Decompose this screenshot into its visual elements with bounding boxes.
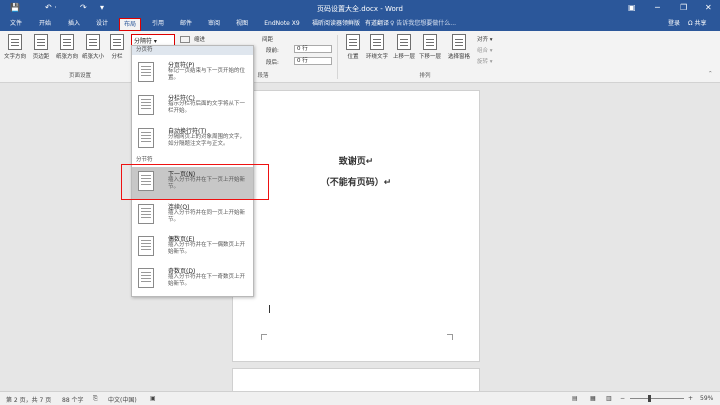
before-label: 段前: (266, 48, 279, 54)
rotate-button[interactable]: 旋转 ▾ (477, 57, 493, 65)
highlight-box (121, 164, 269, 200)
after-label: 段后: (266, 60, 279, 66)
margins-button[interactable]: 页边距 (28, 34, 54, 60)
proofing-icon[interactable]: ⎘ (93, 395, 98, 403)
columns-button[interactable]: 分栏 (106, 34, 128, 60)
menu-item-even-page[interactable]: 偶数页(E) 插入分节符并在下一偶数页上开始新节。 (132, 232, 253, 265)
ribbon-separator (337, 35, 338, 79)
spacing-before-input[interactable]: 0 行 (294, 45, 332, 53)
ribbon-display-icon[interactable]: ▣ (628, 3, 636, 13)
tab-home[interactable]: 开始 (34, 17, 56, 31)
bring-forward-icon (397, 34, 411, 50)
ribbon-tabs: 文件 开始 插入 设计 布局 引用 邮件 审阅 视图 EndNote X9 福昕… (0, 17, 720, 31)
margin-corner (447, 334, 453, 340)
title-bar: 💾 ↶ · ↷ ▾ 页码设置大全.docx - Word ▣ ─ ❐ ✕ (0, 0, 720, 17)
spacing-after-input[interactable]: 0 行 (294, 57, 332, 65)
minimize-icon[interactable]: ─ (655, 3, 660, 13)
restore-icon[interactable]: ❐ (680, 3, 687, 13)
zoom-slider[interactable] (630, 398, 684, 399)
size-button[interactable]: 纸张大小 (80, 34, 106, 60)
columns-icon (110, 34, 124, 50)
menu-item-continuous[interactable]: 连续(O) 插入分节符并在同一页上开始新节。 (132, 200, 253, 233)
tab-design[interactable]: 设计 (91, 17, 113, 31)
align-button[interactable]: 对齐 ▾ (477, 35, 493, 43)
macro-icon[interactable]: ▣ (150, 395, 156, 402)
text-cursor (269, 305, 270, 313)
zoom-out-icon[interactable]: − (620, 395, 625, 402)
document-page-next[interactable] (232, 368, 480, 392)
word-count[interactable]: 88 个字 (62, 395, 84, 404)
column-break-icon (138, 95, 154, 115)
spacing-label: 间距 (262, 37, 274, 43)
print-layout-icon[interactable]: ▦ (590, 395, 596, 402)
position-icon (346, 34, 360, 50)
odd-page-icon (138, 268, 154, 288)
menu-item-page-break[interactable]: 分页符(P) 标记一页结束与下一页开始的位置。 (132, 58, 253, 91)
margin-corner (261, 334, 267, 340)
tab-youdao[interactable]: 有道翻译 (364, 17, 390, 31)
page-breaks-header: 分页符 (132, 46, 253, 55)
tab-foxit[interactable]: 福昕阅读器领鲜版 (311, 17, 361, 31)
document-page[interactable]: 致谢页↵ （不能有页码）↵ (232, 90, 480, 362)
zoom-in-icon[interactable]: + (688, 395, 693, 402)
orientation-icon (60, 34, 74, 50)
language[interactable]: 中文(中国) (108, 395, 137, 404)
wrap-text-button[interactable]: 环绕文字 (362, 34, 392, 60)
text-wrapping-icon (138, 128, 154, 148)
tab-insert[interactable]: 插入 (63, 17, 85, 31)
bring-forward-button[interactable]: 上移一层 (390, 34, 418, 60)
page-subheading: （不能有页码）↵ (320, 178, 392, 188)
menu-item-column-break[interactable]: 分栏符(C) 指示分栏符后面的文字将从下一栏开始。 (132, 91, 253, 124)
tab-review[interactable]: 审阅 (203, 17, 225, 31)
web-layout-icon[interactable]: ▥ (606, 395, 612, 402)
tell-me-search[interactable]: ♀ 告诉我您想要做什么... (390, 17, 456, 31)
ribbon-layout: 文字方向 页边距 纸张方向 纸张大小 分栏 页面设置 缩进 间距 段前: 0 行… (0, 31, 720, 83)
even-page-icon (138, 236, 154, 256)
collapse-ribbon-icon[interactable]: ⌃ (708, 71, 713, 77)
selection-pane-icon (452, 34, 466, 50)
wrap-text-icon (370, 34, 384, 50)
continuous-icon (138, 204, 154, 224)
orientation-button[interactable]: 纸张方向 (54, 34, 80, 60)
menu-item-text-wrapping[interactable]: 自动换行符(T) 分隔网页上的对象周围的文字，如分隔题注文字与正文。 (132, 124, 253, 157)
text-direction-button[interactable]: 文字方向 (2, 34, 28, 60)
page-break-icon (138, 62, 154, 82)
group-label-arrange: 排列 (419, 73, 431, 79)
send-backward-icon (423, 34, 437, 50)
group-button[interactable]: 组合 ▾ (477, 46, 493, 54)
text-direction-icon (8, 34, 22, 50)
menu-item-odd-page[interactable]: 奇数页(D) 插入分节符并在下一奇数页上开始新节。 (132, 264, 253, 297)
margins-icon (34, 34, 48, 50)
indent-label: 缩进 (180, 35, 205, 43)
page-count[interactable]: 第 2 页，共 7 页 (6, 395, 51, 404)
page-heading: 致谢页↵ (338, 157, 374, 167)
tab-endnote[interactable]: EndNote X9 (260, 17, 304, 31)
status-bar: 第 2 页，共 7 页 88 个字 ⎘ 中文(中国) ▣ ▤ ▦ ▥ − + 5… (0, 391, 720, 405)
tab-layout[interactable]: 布局 (119, 18, 141, 31)
tab-references[interactable]: 引用 (147, 17, 169, 31)
indent-icon (180, 36, 190, 43)
close-icon[interactable]: ✕ (705, 3, 712, 13)
login-link[interactable]: 登录 (668, 17, 680, 31)
window-title: 页码设置大全.docx - Word (317, 5, 403, 13)
zoom-slider-thumb[interactable] (648, 395, 651, 402)
size-icon (86, 34, 100, 50)
zoom-level[interactable]: 59% (700, 395, 713, 402)
tab-file[interactable]: 文件 (6, 17, 26, 31)
group-label-page-setup: 页面设置 (68, 73, 91, 79)
send-backward-button[interactable]: 下移一层 (416, 34, 444, 60)
selection-pane-button[interactable]: 选择窗格 (444, 34, 474, 60)
read-mode-icon[interactable]: ▤ (572, 395, 578, 402)
tab-view[interactable]: 视图 (231, 17, 253, 31)
share-button[interactable]: Ω 共享 (688, 17, 707, 31)
tab-mailings[interactable]: 邮件 (175, 17, 197, 31)
